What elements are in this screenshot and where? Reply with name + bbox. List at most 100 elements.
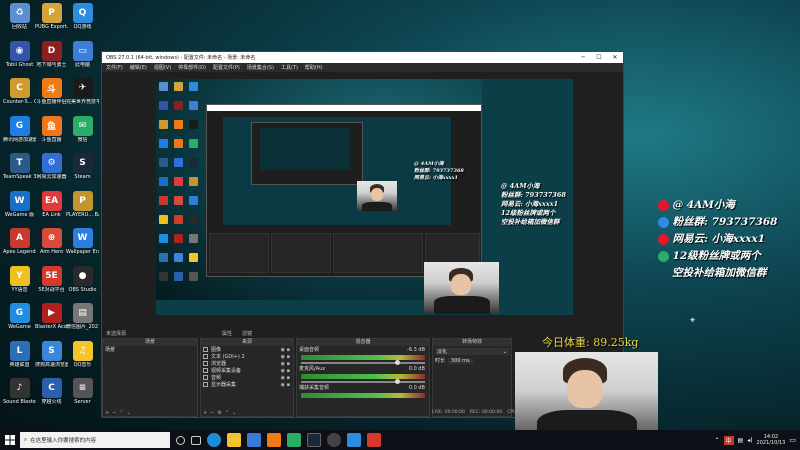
desktop-icon[interactable]: WWallpaper Engine xyxy=(66,228,99,266)
desktop-icon[interactable]: C 穿越火线 xyxy=(35,378,68,416)
file-explorer-icon[interactable] xyxy=(227,433,241,447)
desktop-icon[interactable]: P PUBG Export... xyxy=(35,3,68,41)
transition-select[interactable]: 淡化 ⌄ xyxy=(435,348,509,355)
source-item[interactable]: 图像 ◉ ▪ xyxy=(201,346,293,353)
duration-field[interactable]: 300 ms xyxy=(448,357,473,364)
desktop-icon[interactable]: G WeGame xyxy=(3,303,36,341)
source-item[interactable]: 浏览器 ◉ ▪ xyxy=(201,360,293,367)
store-icon[interactable] xyxy=(247,433,261,447)
volume-slider[interactable] xyxy=(301,360,425,365)
menu-profile[interactable]: 配置文件(P) xyxy=(213,64,240,71)
eye-icon[interactable]: ◉ ▪ xyxy=(281,347,290,353)
desktop-icon[interactable]: A Apex Legends xyxy=(3,228,36,266)
menu-help[interactable]: 帮助(H) xyxy=(305,64,323,71)
down-icon[interactable]: ⌄ xyxy=(232,410,236,416)
desktop-icon[interactable]: W WeGame 版 xyxy=(3,190,36,229)
task-view-icon[interactable] xyxy=(191,435,201,445)
gear-icon[interactable]: ⚙ xyxy=(217,410,221,416)
source-item[interactable]: 文本 (GDI+) 2 ◉ ▪ xyxy=(201,353,293,360)
desktop-icon[interactable]: ♫ QQ音乐 xyxy=(66,340,99,379)
obs-preview[interactable]: @ 4AM小海 粉丝群: 793737368 网易云: 小海xxxx1 @ 4A… xyxy=(156,79,573,315)
maximize-icon[interactable]: ☐ xyxy=(591,54,607,61)
eye-icon[interactable]: ◉ ▪ xyxy=(281,375,290,381)
menu-file[interactable]: 文件(F) xyxy=(106,64,123,71)
scene-item[interactable]: 场景 xyxy=(103,346,197,353)
desktop-icon[interactable]: L 英雄联盟 xyxy=(3,340,36,379)
eye-icon[interactable]: ◉ ▪ xyxy=(281,354,290,360)
netease-taskbar-icon[interactable] xyxy=(367,433,381,447)
desktop-icon[interactable]: ⊕ Aim Hero xyxy=(35,228,68,266)
input-method-indicator[interactable]: 中 xyxy=(723,435,734,445)
desktop-icon[interactable]: T TeamSpeak 3 xyxy=(3,153,36,191)
source-item[interactable]: 视频采集设备 ◉ ▪ xyxy=(201,367,293,374)
notification-icon[interactable]: ▭ xyxy=(789,436,796,444)
properties-button[interactable]: 属性 xyxy=(222,330,232,337)
desktop-icon[interactable]: ⚙ 网易云加速器 xyxy=(35,153,68,191)
desktop-icon[interactable]: ▶BlasterX Acoustic... xyxy=(35,303,68,341)
close-icon[interactable]: ✕ xyxy=(607,54,623,61)
qq-taskbar-icon[interactable] xyxy=(347,433,361,447)
nested-app-icon xyxy=(174,139,183,148)
desktop-icon[interactable]: Y YY语音 xyxy=(3,265,36,304)
desktop-icon[interactable]: G腾讯网游加速器 WeGame... xyxy=(3,115,36,154)
remove-icon[interactable]: − xyxy=(112,410,116,416)
source-item[interactable]: 音频 ◉ ▪ xyxy=(201,374,293,381)
menu-docks[interactable]: 停靠部件(D) xyxy=(178,64,206,71)
desktop-icon[interactable]: CCounter-S... Global Off... xyxy=(3,78,36,116)
eye-icon[interactable]: ◉ ▪ xyxy=(281,368,290,374)
cortana-icon[interactable] xyxy=(176,435,185,445)
taskbar-clock[interactable]: 14:02 2021/10/13 xyxy=(757,434,786,446)
down-icon[interactable]: ⌄ xyxy=(127,410,131,416)
desktop-icon[interactable]: 5E 5E对战平台 xyxy=(35,265,68,304)
wechat-taskbar-icon[interactable] xyxy=(287,433,301,447)
desktop-icon[interactable]: ● OBS Studio xyxy=(66,265,99,304)
up-icon[interactable]: ⌃ xyxy=(119,410,123,416)
edge-icon[interactable] xyxy=(207,433,221,447)
desktop-icon[interactable]: ▭ 此电脑 xyxy=(66,40,99,79)
volume-icon[interactable]: ◂) xyxy=(747,437,752,444)
source-item[interactable]: 显示器采集 ◉ ▪ xyxy=(201,381,293,388)
desktop-icon[interactable]: ♻ 回收站 xyxy=(3,3,36,41)
desktop-icon[interactable]: S Steam xyxy=(66,153,99,191)
desktop-icon[interactable]: D 地下城与勇士 xyxy=(35,40,68,79)
menu-tools[interactable]: 工具(T) xyxy=(281,64,298,71)
douyu-taskbar-icon[interactable] xyxy=(267,433,281,447)
desktop-icon[interactable]: ✈完美世界竞技平台 Online... xyxy=(66,78,99,116)
monitor-icon xyxy=(203,382,208,387)
volume-slider[interactable] xyxy=(301,379,425,384)
menu-edit[interactable]: 编辑(E) xyxy=(130,64,147,71)
nested-app-icon xyxy=(159,215,168,224)
eye-icon[interactable]: ◉ ▪ xyxy=(281,382,290,388)
app-icon: ⊕ xyxy=(41,228,62,248)
filters-button[interactable]: 滤镜 xyxy=(242,330,252,337)
taskbar-search[interactable]: ⌕ 在这里输入你要搜索的内容 xyxy=(20,432,170,448)
windows-start-icon[interactable] xyxy=(0,430,20,450)
desktop-icon[interactable]: EA EA Link xyxy=(35,190,68,229)
desktop-icon[interactable]: ▤微信图片_2021031... xyxy=(66,303,99,341)
desktop-icon[interactable]: PPLAYERU... BATTLEGR... xyxy=(66,190,99,229)
desktop-icon[interactable]: ◉ Tobii Ghost xyxy=(3,40,36,79)
desktop-icon[interactable]: S 搜狗高速浏览器 xyxy=(35,340,68,379)
menu-view[interactable]: 视图(V) xyxy=(154,64,171,71)
tray-chevron-up-icon[interactable]: ⌃ xyxy=(714,437,719,444)
menu-scene-collection[interactable]: 场景集合(S) xyxy=(247,64,274,71)
app-icon: ⚙ xyxy=(41,153,62,173)
eye-icon[interactable]: ◉ ▪ xyxy=(281,361,290,367)
audio-icon xyxy=(203,375,208,380)
up-icon[interactable]: ⌃ xyxy=(225,410,229,416)
add-icon[interactable]: + xyxy=(203,410,207,416)
add-icon[interactable]: + xyxy=(105,410,109,416)
desktop-icon[interactable]: ♪Sound Blaster... xyxy=(3,378,36,416)
desktop-icon[interactable]: ≡ Server xyxy=(66,378,99,416)
remove-icon[interactable]: − xyxy=(210,410,214,416)
desktop-icon[interactable]: ✉ 微信 xyxy=(66,115,99,154)
obs-title-bar[interactable]: OBS 27.0.1 (64-bit, windows) - 配置文件: 未命名… xyxy=(102,52,623,63)
obs-taskbar-icon[interactable] xyxy=(327,433,341,447)
desktop-icon[interactable]: 斗斗鱼直播伴侣 xyxy=(35,78,68,116)
network-icon[interactable]: ▤ xyxy=(738,437,744,444)
desktop-icon[interactable]: 鱼斗鱼直播 xyxy=(35,115,68,154)
steam-taskbar-icon[interactable] xyxy=(307,433,321,447)
minimize-icon[interactable]: ─ xyxy=(575,54,591,61)
desktop-icon[interactable]: Q QQ游戏 xyxy=(66,3,99,41)
app-icon: ◉ xyxy=(9,40,30,61)
